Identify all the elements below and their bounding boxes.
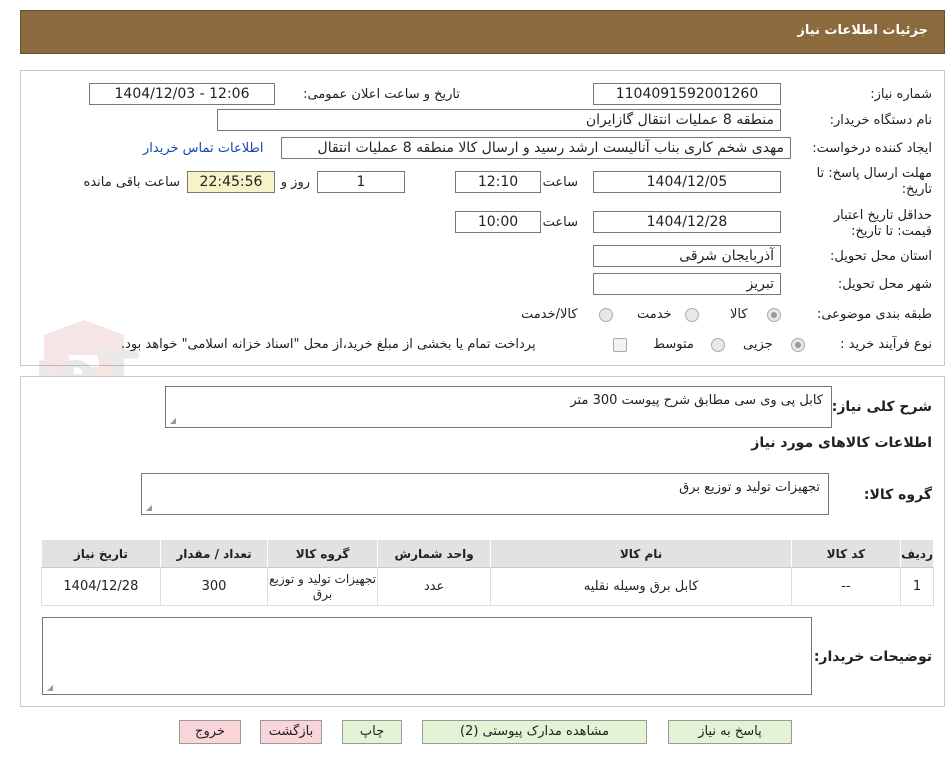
buyer-org-field[interactable]: منطقه 8 عملیات انتقال گازایران (217, 109, 781, 131)
deadline-date-field[interactable]: 1404/12/05 (593, 171, 781, 193)
goods-panel: شرح کلی نیاز: کابل پی وی سی مطابق شرح پی… (20, 376, 945, 707)
days-remaining-field[interactable]: 1 (317, 171, 405, 193)
view-attachments-button[interactable]: مشاهده مدارک پیوستی (2) (422, 720, 647, 744)
resize-grip-icon[interactable]: ◢ (168, 417, 176, 425)
announce-datetime-field[interactable]: 1404/12/03 - 12:06 (89, 83, 275, 105)
col-header-need-date: تاریخ نیاز (41, 539, 161, 568)
process-option-minor: جزیی (743, 337, 773, 352)
province-field[interactable]: آذربایجان شرقی (593, 245, 781, 267)
category-radio-service[interactable] (685, 308, 699, 322)
reply-button[interactable]: پاسخ به نیاز (668, 720, 792, 744)
city-label: شهر محل تحویل: (837, 277, 932, 292)
goods-table: ردیف کد کالا نام کالا واحد شمارش گروه کا… (41, 539, 934, 606)
col-header-item-code: کد کالا (790, 539, 902, 568)
cell-quantity: 300 (159, 567, 269, 606)
validity-date-field[interactable]: 1404/12/28 (593, 211, 781, 233)
need-details-panel: AriaTender.neT شماره نیاز: 1104091592001… (20, 70, 945, 420)
goods-group-label: گروه کالا: (863, 487, 932, 503)
category-radio-goods[interactable] (767, 308, 781, 322)
province-label: استان محل تحویل: (830, 249, 932, 264)
page-header: جزئیات اطلاعات نیاز (20, 10, 945, 54)
process-radio-medium[interactable] (711, 338, 725, 352)
cell-row-number: 1 (900, 567, 934, 606)
city-field[interactable]: تبریز (593, 273, 781, 295)
creator-field[interactable]: مهدی شخم کاری بناب آنالیست ارشد رسید و ا… (281, 137, 791, 159)
buyer-notes-textarea[interactable]: ◢ (42, 617, 812, 695)
description-text: کابل پی وی سی مطابق شرح پیوست 300 متر (570, 393, 823, 408)
treasury-payment-note: پرداخت تمام یا بخشی از مبلغ خرید،از محل … (121, 337, 536, 352)
validity-time-field[interactable]: 10:00 (455, 211, 541, 233)
category-option-goods: کالا (730, 307, 748, 322)
deadline-label-2: تاریخ: (901, 182, 932, 197)
need-number-label: شماره نیاز: (870, 87, 932, 102)
buyer-contact-link[interactable]: اطلاعات تماس خریدار (143, 141, 263, 156)
announce-label: تاریخ و ساعت اعلان عمومی: (303, 87, 460, 102)
col-header-unit: واحد شمارش (376, 539, 492, 568)
exit-button[interactable]: خروج (179, 720, 241, 744)
category-option-service: خدمت (637, 307, 672, 322)
time-remaining-field: 22:45:56 (187, 171, 275, 193)
category-radio-goods-service[interactable] (599, 308, 613, 322)
goods-section-title: اطلاعات کالاهای مورد نیاز (751, 435, 932, 451)
cell-need-date: 1404/12/28 (41, 567, 161, 606)
goods-group-text: تجهیزات تولید و توزیع برق (679, 480, 820, 495)
print-button[interactable]: چاپ (342, 720, 402, 744)
deadline-time-label: ساعت (542, 175, 578, 190)
need-number-field[interactable]: 1104091592001260 (593, 83, 781, 105)
goods-group-textarea[interactable]: تجهیزات تولید و توزیع برق ◢ (141, 473, 829, 515)
description-label: شرح کلی نیاز: (831, 399, 932, 415)
deadline-time-field[interactable]: 12:10 (455, 171, 541, 193)
validity-label: حداقل تاریخ اعتبار (833, 208, 932, 223)
days-label: روز و (280, 175, 310, 190)
cell-group: تجهیزات تولید و توزیع برق (267, 567, 378, 606)
col-header-group: گروه کالا (267, 539, 378, 568)
creator-label: ایجاد کننده درخواست: (812, 141, 932, 156)
category-label: طبقه بندی موضوعی: (816, 307, 932, 322)
buyer-org-label: نام دستگاه خریدار: (829, 113, 932, 128)
table-header-row: ردیف کد کالا نام کالا واحد شمارش گروه کا… (41, 539, 934, 568)
cell-unit: عدد (376, 567, 492, 606)
process-option-medium: متوسط (653, 337, 694, 352)
back-button[interactable]: بازگشت (260, 720, 322, 744)
deadline-label: مهلت ارسال پاسخ: تا (816, 166, 932, 181)
treasury-payment-checkbox[interactable] (613, 338, 627, 352)
cell-item-code: -- (790, 567, 902, 606)
process-label: نوع فرآیند خرید : (840, 337, 932, 352)
col-header-row-number: ردیف (900, 539, 934, 568)
remaining-label: ساعت باقی مانده (83, 175, 180, 190)
col-header-quantity: تعداد / مقدار (159, 539, 269, 568)
cell-item-name: کابل برق وسیله نقلیه (490, 567, 792, 606)
resize-grip-icon[interactable]: ◢ (45, 684, 53, 692)
validity-time-label: ساعت (542, 215, 578, 230)
process-radio-minor[interactable] (791, 338, 805, 352)
col-header-item-name: نام کالا (490, 539, 792, 568)
buyer-notes-label: توضیحات خریدار: (813, 649, 932, 665)
category-option-goods-service: کالا/خدمت (521, 307, 578, 322)
resize-grip-icon[interactable]: ◢ (144, 504, 152, 512)
validity-label-2: قیمت: تا تاریخ: (851, 224, 932, 239)
description-textarea[interactable]: کابل پی وی سی مطابق شرح پیوست 300 متر ◢ (165, 386, 832, 428)
page-title: جزئیات اطلاعات نیاز (797, 23, 928, 38)
table-row[interactable]: 1 -- کابل برق وسیله نقلیه عدد تجهیزات تو… (41, 567, 934, 606)
